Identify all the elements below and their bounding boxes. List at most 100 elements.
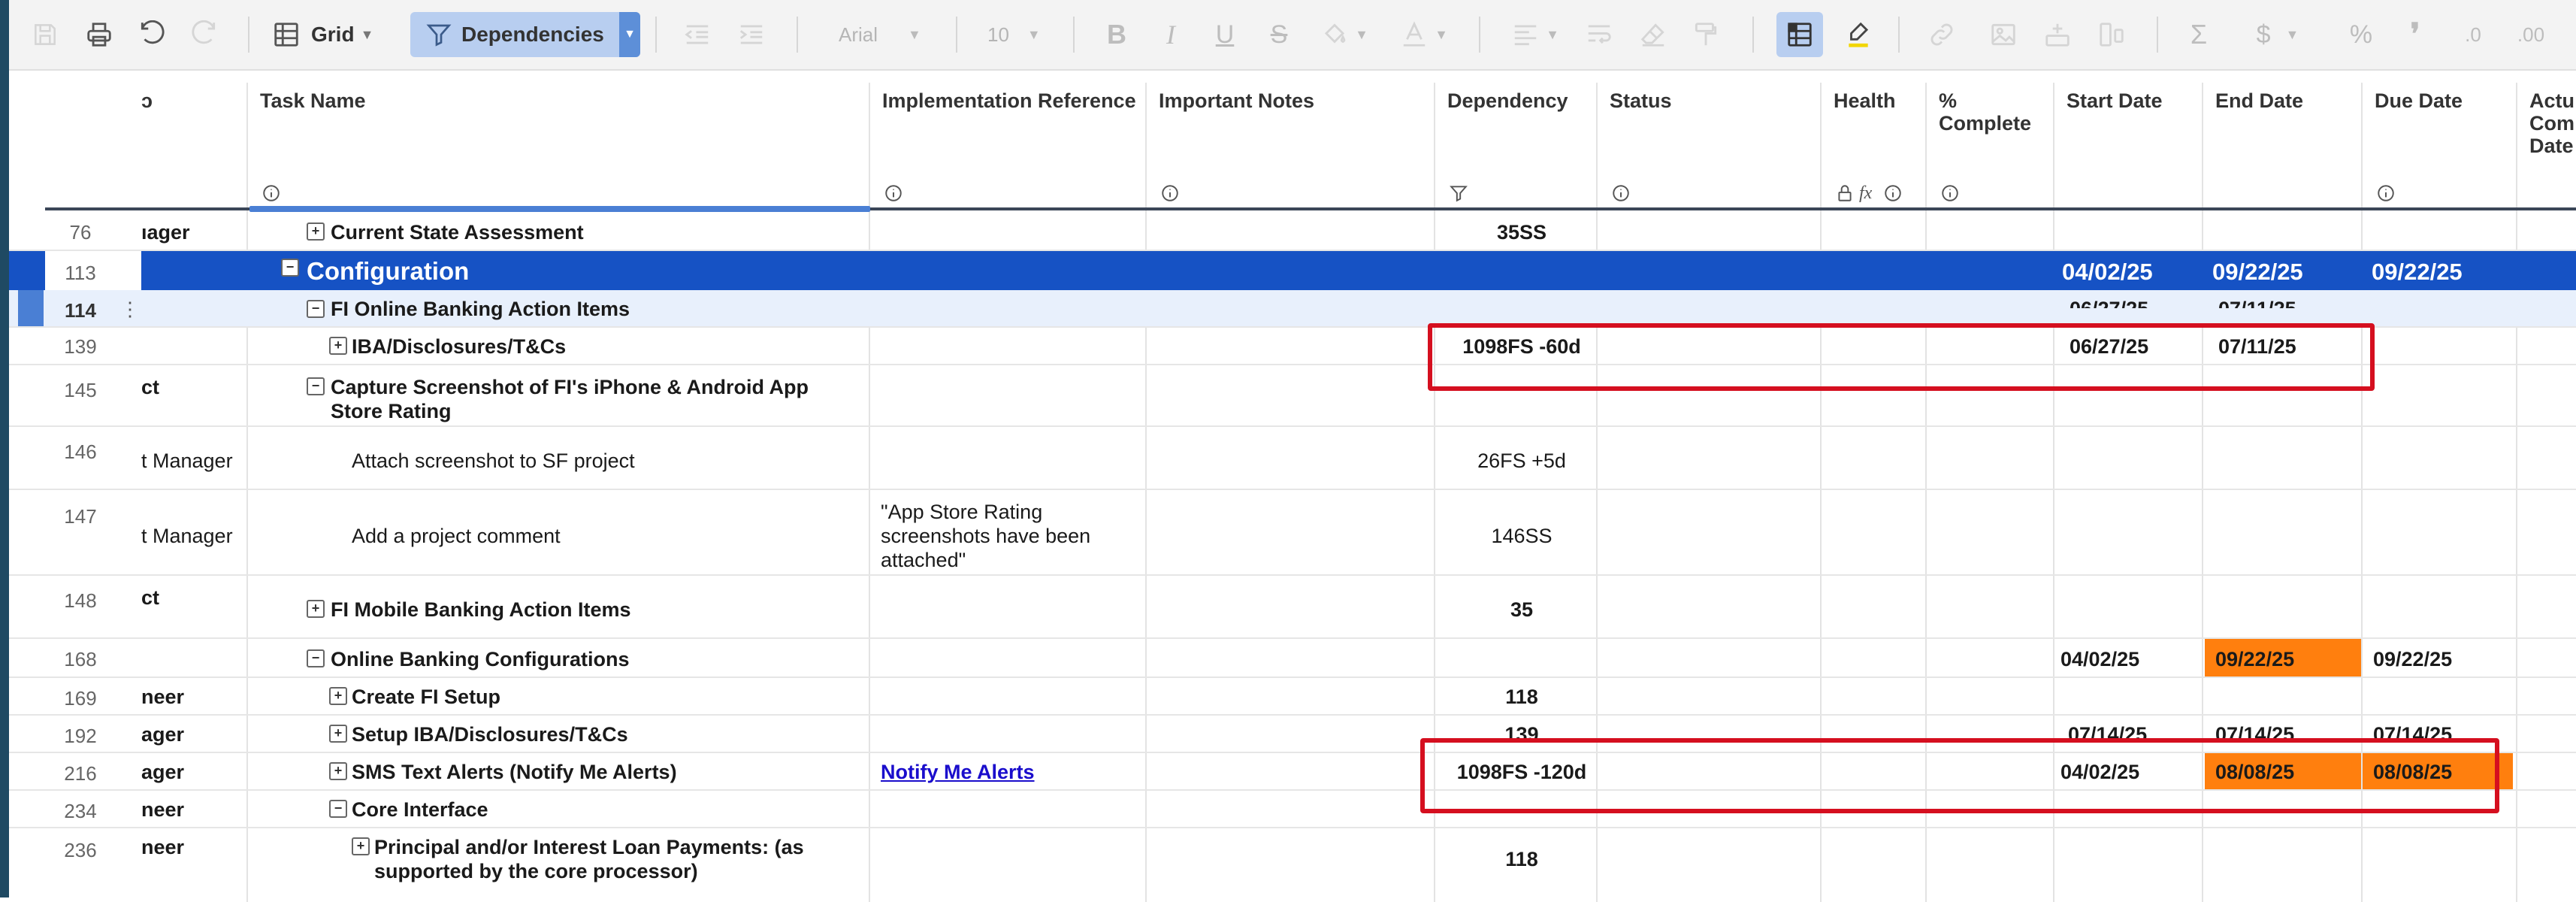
column-header-start-date[interactable]: Start Date [2067, 89, 2163, 113]
collapse-icon[interactable]: − [307, 377, 325, 395]
column-header-end-date[interactable]: End Date [2215, 89, 2303, 113]
column-header-actual-3[interactable]: Date [2529, 134, 2574, 158]
info-icon[interactable] [1611, 183, 1631, 207]
expand-icon[interactable]: + [329, 337, 347, 355]
start-date-cell[interactable]: 04/02/25 [2062, 259, 2153, 286]
expand-icon[interactable]: + [329, 725, 347, 743]
column-header-dependency[interactable]: Dependency [1447, 89, 1568, 113]
start-date-cell[interactable]: 07/14/25 [2068, 723, 2147, 740]
wrap-icon[interactable] [1584, 12, 1614, 57]
decimal-decrease-icon[interactable]: .0 [2454, 12, 2492, 57]
end-date-cell[interactable]: 09/22/25 [2212, 259, 2303, 286]
outdent-icon[interactable] [682, 12, 712, 57]
fill-color-icon[interactable]: ▼ [1318, 12, 1371, 57]
grid-view-button[interactable]: Grid ▼ [272, 12, 400, 57]
info-icon[interactable] [1883, 183, 1903, 207]
due-date-cell[interactable]: 09/22/25 [2372, 259, 2463, 286]
task-name-cell[interactable]: FI Mobile Banking Action Items [331, 598, 631, 622]
info-icon[interactable] [1160, 183, 1180, 207]
underline-icon[interactable]: U [1210, 12, 1240, 57]
filter-button[interactable]: Dependencies ▼ [410, 12, 640, 57]
info-icon[interactable] [2376, 183, 2396, 207]
assigned-cell[interactable]: ager [141, 761, 184, 784]
column-icon[interactable] [2097, 12, 2127, 57]
row-menu-icon[interactable]: ⋮ [120, 298, 140, 321]
column-header-pct-complete-1[interactable]: % [1939, 89, 1957, 113]
assigned-cell[interactable]: ıager [141, 221, 190, 244]
table-row[interactable]: 168 − Online Banking Configurations 04/0… [9, 639, 2576, 678]
dependency-cell[interactable]: 26FS +5d [1447, 449, 1596, 473]
collapse-icon[interactable]: − [281, 259, 299, 277]
assigned-cell[interactable]: neer [141, 798, 184, 822]
task-name-cell[interactable]: Configuration [307, 257, 469, 286]
task-name-cell[interactable]: Principal and/or Interest Loan Payments:… [374, 836, 804, 859]
collapse-icon[interactable]: − [307, 649, 325, 667]
task-name-cell[interactable]: IBA/Disclosures/T&Cs [352, 335, 566, 359]
comma-icon[interactable]: ❜ [2400, 12, 2430, 57]
table-row[interactable]: 114 ⋮ − FI Online Banking Action Items 0… [9, 290, 2576, 328]
assigned-cell[interactable]: t Manager [141, 449, 233, 473]
link-icon[interactable] [1927, 12, 1957, 57]
end-date-cell[interactable]: 09/22/25 [2215, 648, 2294, 671]
dependency-cell[interactable]: 35 [1447, 598, 1596, 622]
bold-icon[interactable]: B [1102, 12, 1132, 57]
notify-me-alerts-link[interactable]: Notify Me Alerts [881, 761, 1035, 784]
task-name-cell[interactable]: FI Online Banking Action Items [331, 298, 630, 321]
save-icon[interactable] [30, 12, 60, 57]
info-icon[interactable] [884, 183, 903, 207]
assigned-cell[interactable]: ct [141, 376, 159, 399]
clear-format-icon[interactable] [1638, 12, 1668, 57]
table-row[interactable]: 76 ıager + Current State Assessment 35SS [9, 212, 2576, 251]
indent-icon[interactable] [736, 12, 766, 57]
task-name-cell[interactable]: Setup IBA/Disclosures/T&Cs [352, 723, 628, 746]
assigned-cell[interactable]: t Manager [141, 525, 233, 548]
conditional-format-icon[interactable] [1776, 12, 1823, 57]
dependency-cell[interactable]: 118 [1447, 686, 1596, 709]
column-header-due-date[interactable]: Due Date [2375, 89, 2463, 113]
end-date-cell[interactable]: 07/14/25 [2215, 723, 2294, 740]
collapse-icon[interactable]: − [307, 300, 325, 318]
font-name-select[interactable]: Arial ▼ [839, 12, 951, 57]
redo-icon[interactable] [189, 12, 219, 57]
filter-dropdown-button[interactable]: ▼ [619, 12, 640, 57]
insert-row-icon[interactable] [2042, 12, 2073, 57]
task-name-cell[interactable]: Core Interface [352, 798, 488, 822]
task-name-cell[interactable]: Add a project comment [352, 525, 561, 548]
start-date-cell[interactable]: 04/02/25 [2060, 648, 2139, 671]
task-name-cell[interactable]: Current State Assessment [331, 221, 584, 244]
column-header-task-name[interactable]: Task Name [260, 89, 366, 113]
column-header-health[interactable]: Health [1834, 89, 1896, 113]
dependency-cell[interactable]: 139 [1447, 723, 1596, 740]
table-row[interactable]: 146 t Manager Attach screenshot to SF pr… [9, 427, 2576, 490]
format-painter-icon[interactable] [1691, 12, 1721, 57]
dependency-cell[interactable]: 146SS [1447, 525, 1596, 548]
dependency-cell[interactable]: 118 [1447, 848, 1596, 871]
expand-icon[interactable]: + [329, 762, 347, 780]
info-icon[interactable] [1940, 183, 1960, 207]
due-date-cell[interactable]: 07/14/25 [2373, 723, 2452, 740]
table-row[interactable]: 169 neer + Create FI Setup 118 [9, 678, 2576, 716]
column-header-important-notes[interactable]: Important Notes [1159, 89, 1314, 113]
percent-icon[interactable]: % [2346, 12, 2376, 57]
task-name-cell[interactable]: Capture Screenshot of FI's iPhone & Andr… [331, 376, 809, 399]
print-icon[interactable] [84, 12, 114, 57]
table-row[interactable]: 147 t Manager Add a project comment "App… [9, 490, 2576, 576]
italic-icon[interactable]: I [1156, 12, 1186, 57]
table-row[interactable]: 148 ct + FI Mobile Banking Action Items … [9, 576, 2576, 639]
expand-icon[interactable]: + [307, 600, 325, 618]
expand-icon[interactable]: + [329, 687, 347, 705]
task-name-cell[interactable]: SMS Text Alerts (Notify Me Alerts) [352, 761, 677, 784]
sum-icon[interactable]: Σ [2184, 12, 2214, 57]
end-date-cell[interactable]: 07/11/25 [2218, 298, 2296, 308]
task-name-cell[interactable]: Attach screenshot to SF project [352, 449, 635, 473]
collapse-icon[interactable]: − [329, 800, 347, 818]
text-color-icon[interactable]: ▼ [1398, 12, 1450, 57]
due-date-cell[interactable]: 09/22/25 [2373, 648, 2452, 671]
font-size-select[interactable]: 10 ▼ [987, 12, 1063, 57]
undo-icon[interactable] [137, 12, 167, 57]
dependency-cell[interactable]: 35SS [1447, 221, 1596, 244]
assigned-cell[interactable]: ct [141, 586, 159, 610]
decimal-increase-icon[interactable]: .00 [2508, 12, 2553, 57]
expand-icon[interactable]: + [352, 837, 370, 855]
assigned-cell[interactable]: ager [141, 723, 184, 746]
